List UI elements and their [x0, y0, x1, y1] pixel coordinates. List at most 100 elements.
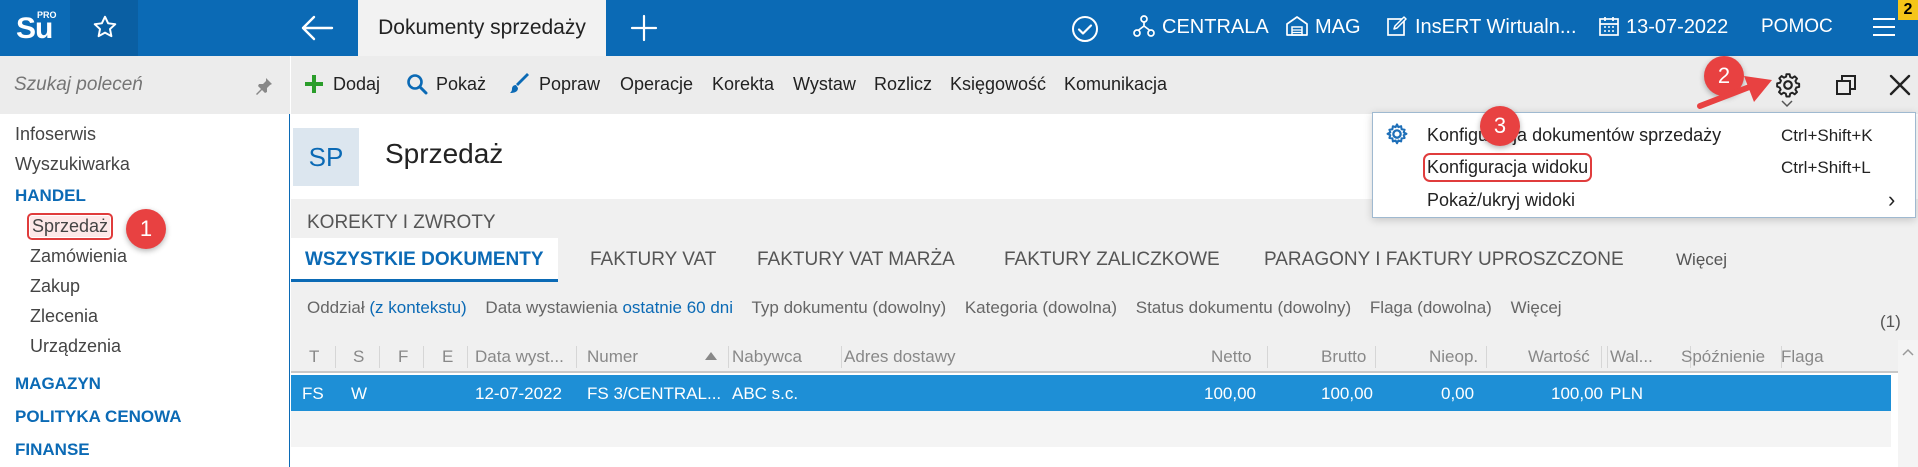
- menu-item-sales-doc-config[interactable]: Konfiguracja dokumentów sprzedaży: [1427, 125, 1721, 146]
- edit-button[interactable]: Popraw: [509, 72, 601, 95]
- sidebar-section-finanse[interactable]: FINANSE: [15, 440, 90, 460]
- sidebar-section-magazyn[interactable]: MAGAZYN: [15, 374, 101, 394]
- sidebar-item-zlecenia[interactable]: Zlecenia: [30, 306, 98, 327]
- column-divider: [467, 346, 468, 368]
- module-badge: SP: [293, 128, 359, 186]
- settle-menu[interactable]: Rozlicz: [874, 74, 932, 95]
- column-header-currency[interactable]: Wal...: [1610, 347, 1653, 367]
- column-divider: [728, 346, 729, 368]
- action-toolbar: Dodaj Pokaż Popraw Operacje Korekta Wyst…: [291, 56, 1918, 114]
- notification-badge[interactable]: 2: [1898, 0, 1918, 20]
- favorites-button[interactable]: [70, 0, 138, 56]
- tab-all-documents[interactable]: WSZYSTKIE DOKUMENTY: [291, 238, 558, 282]
- column-header-delay[interactable]: Spóźnienie: [1681, 347, 1765, 367]
- tab-vat-invoices[interactable]: FAKTURY VAT: [590, 238, 716, 282]
- sidebar-section-handel[interactable]: HANDEL: [15, 186, 86, 206]
- tab-advance-invoices[interactable]: FAKTURY ZALICZKOWE: [1004, 238, 1220, 282]
- column-header-number[interactable]: Numer: [587, 347, 638, 367]
- filter-more[interactable]: Więcej: [1511, 298, 1562, 317]
- close-icon[interactable]: [1889, 74, 1911, 96]
- edit-button-label: Popraw: [539, 74, 601, 94]
- sidebar-item-infoserwis[interactable]: Infoserwis: [15, 124, 96, 145]
- branch-selector[interactable]: CENTRALA: [1132, 0, 1269, 56]
- sidebar-section-polityka-cenowa[interactable]: POLITYKA CENOWA: [15, 407, 182, 427]
- pin-icon[interactable]: [254, 76, 274, 96]
- restore-window-icon[interactable]: [1835, 74, 1857, 96]
- submenu-arrow-icon: ›: [1888, 187, 1896, 212]
- menu-item-toggle-views[interactable]: Pokaż/ukryj widoki: [1427, 190, 1575, 211]
- tab-vat-margin-invoices[interactable]: FAKTURY VAT MARŻA: [757, 238, 955, 282]
- app-logo[interactable]: Su PRO: [0, 0, 70, 56]
- help-button[interactable]: POMOC: [1761, 0, 1833, 56]
- sidebar-item-zakup[interactable]: Zakup: [30, 276, 80, 297]
- filter-flag[interactable]: Flaga (dowolna): [1370, 298, 1492, 317]
- tab-receipts[interactable]: PARAGONY I FAKTURY UPROSZCZONE: [1264, 238, 1624, 282]
- column-header-delivery-address[interactable]: Adres dostawy: [844, 347, 956, 367]
- filter-category[interactable]: Kategoria (dowolna): [965, 298, 1117, 317]
- filter-branch-value: (z kontekstu): [369, 298, 467, 317]
- column-header-unpaid[interactable]: Nieop.: [1429, 347, 1478, 367]
- filter-issue-date-value: ostatnie 60 dni: [622, 298, 734, 317]
- warehouse-selector[interactable]: MAG: [1285, 0, 1361, 56]
- accounting-menu[interactable]: Księgowość: [950, 74, 1046, 95]
- correction-menu[interactable]: Korekta: [712, 74, 774, 95]
- column-header-e[interactable]: E: [442, 347, 453, 367]
- column-header-buyer[interactable]: Nabywca: [732, 347, 802, 367]
- table-row[interactable]: FS W 12-07-2022 FS 3/CENTRAL... ABC s.c.…: [291, 375, 1891, 411]
- brush-icon: [510, 72, 529, 93]
- cell-number: FS 3/CENTRAL...: [587, 384, 722, 403]
- table-row-empty: [291, 411, 1891, 447]
- settings-gear-icon[interactable]: [1775, 72, 1801, 98]
- sidebar-item-urzadzenia[interactable]: Urządzenia: [30, 336, 121, 357]
- cell-currency: PLN: [1610, 384, 1644, 403]
- table-scrollbar[interactable]: [1898, 340, 1918, 467]
- scroll-up-icon[interactable]: [1902, 348, 1914, 356]
- add-button[interactable]: Dodaj: [303, 74, 380, 95]
- sidebar-item-zamowienia[interactable]: Zamówienia: [30, 246, 127, 267]
- check-circle-icon[interactable]: [1070, 14, 1100, 44]
- calendar-icon: [1599, 16, 1619, 36]
- tab-dokumenty-sprzedazy[interactable]: Dokumenty sprzedaży: [358, 0, 606, 56]
- menu-item-view-config[interactable]: Konfiguracja widoku: [1422, 153, 1593, 182]
- filter-branch[interactable]: Oddział (z kontekstu): [307, 298, 467, 317]
- column-header-flag[interactable]: Flaga: [1781, 347, 1824, 367]
- operations-menu[interactable]: Operacje: [620, 74, 693, 95]
- sidebar: Infoserwis Wyszukiwarka HANDEL Sprzedaż …: [0, 56, 290, 467]
- column-header-net[interactable]: Netto: [1211, 347, 1252, 367]
- settings-dropdown-chevron-icon: [1781, 100, 1793, 108]
- new-tab-plus-icon[interactable]: [630, 14, 658, 42]
- column-divider: [1607, 346, 1608, 368]
- column-divider: [1267, 346, 1268, 368]
- filter-document-status[interactable]: Status dokumentu (dowolny): [1136, 298, 1351, 317]
- page-title: Sprzedaż: [385, 138, 504, 169]
- company-selector[interactable]: InsERT Wirtualn...: [1385, 0, 1577, 56]
- command-search: [0, 56, 290, 114]
- branch-label: CENTRALA: [1162, 16, 1269, 38]
- issue-menu[interactable]: Wystaw: [793, 74, 856, 95]
- show-button[interactable]: Pokaż: [406, 73, 486, 95]
- column-header-issue-date[interactable]: Data wyst...: [475, 347, 564, 367]
- filter-document-type[interactable]: Typ dokumentu (dowolny): [751, 298, 946, 317]
- date-selector[interactable]: 13-07-2022: [1598, 0, 1728, 56]
- column-header-s[interactable]: S: [353, 347, 364, 367]
- app-window: Su PRO Dokumenty sprzedaży CENTRALA MAG …: [0, 0, 1918, 467]
- sidebar-item-sprzedaz[interactable]: Sprzedaż: [26, 213, 114, 240]
- command-search-input[interactable]: [14, 70, 244, 100]
- red-pointer-arrow-icon: [1697, 76, 1772, 109]
- cell-type: FS: [302, 384, 324, 403]
- hamburger-menu-icon[interactable]: [1872, 16, 1896, 38]
- filter-issue-date[interactable]: Data wystawienia ostatnie 60 dni: [485, 298, 733, 317]
- back-arrow-icon[interactable]: [300, 14, 334, 42]
- communication-menu[interactable]: Komunikacja: [1064, 74, 1167, 95]
- column-header-t[interactable]: T: [309, 347, 319, 367]
- column-header-gross[interactable]: Brutto: [1321, 347, 1366, 367]
- column-divider: [1375, 346, 1376, 368]
- sidebar-item-wyszukiwarka[interactable]: Wyszukiwarka: [15, 154, 130, 175]
- documents-table: T S F E Data wyst... Numer Nabywca Adres…: [291, 340, 1918, 467]
- logo-pro-label: PRO: [37, 10, 57, 20]
- column-header-value[interactable]: Wartość: [1528, 347, 1590, 367]
- column-header-f[interactable]: F: [398, 347, 408, 367]
- cell-unpaid: 0,00: [1441, 384, 1475, 403]
- tab-more[interactable]: Więcej: [1676, 238, 1727, 282]
- column-divider: [576, 346, 577, 368]
